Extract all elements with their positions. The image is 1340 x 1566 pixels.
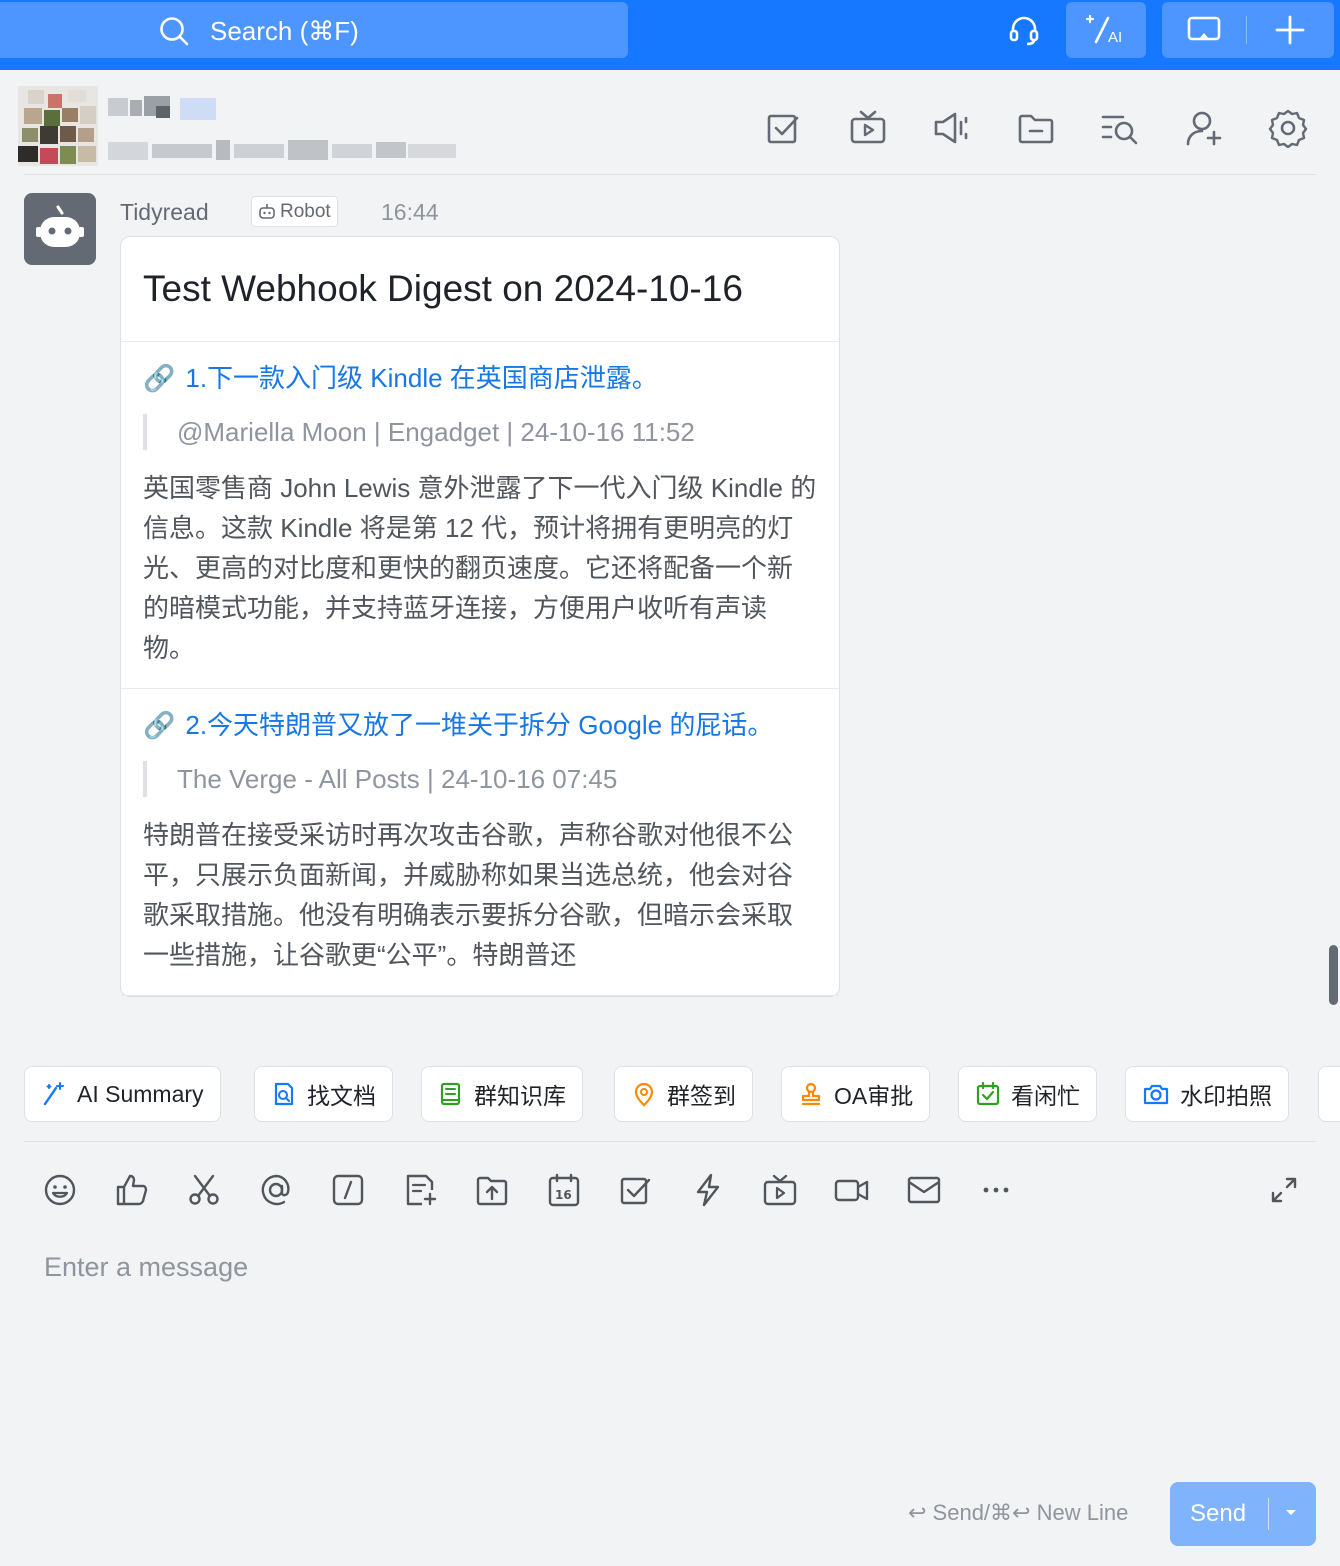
folder-icon[interactable] (1016, 108, 1056, 153)
tasks-icon[interactable] (764, 108, 804, 153)
quick-action-check-in[interactable]: 群签到 (614, 1066, 753, 1122)
digest-item-title-text: 2.今天特朗普又放了一堆关于拆分 Google 的屁话。 (185, 710, 774, 740)
thumbs-up-icon[interactable] (112, 1170, 152, 1210)
emoji-icon[interactable] (40, 1170, 80, 1210)
camera-icon (1143, 1084, 1169, 1105)
task-checkbox-icon[interactable] (616, 1170, 656, 1210)
robot-badge: Robot (251, 196, 338, 227)
quick-action-label: 找文档 (307, 1083, 376, 1109)
robot-tag-icon (259, 203, 275, 219)
screenshot-scissors-icon[interactable] (184, 1170, 224, 1210)
link-icon: 🔗 (143, 710, 176, 740)
send-options-caret-icon[interactable] (1284, 1508, 1298, 1518)
quick-actions-bar: AI Summary 找文档 群知识库 群签到 OA审批 看闲忙 水印拍照 (0, 1060, 1340, 1130)
chat-scrollbar[interactable] (1329, 945, 1338, 1005)
slash-command-icon[interactable] (328, 1170, 368, 1210)
header-divider (24, 174, 1316, 175)
ai-sparkle-icon (43, 1082, 64, 1106)
announcement-icon[interactable] (932, 108, 972, 153)
quick-action-find-docs[interactable]: 找文档 (254, 1066, 393, 1122)
quick-action-label: AI Summary (77, 1080, 204, 1107)
upload-folder-icon[interactable] (472, 1170, 512, 1210)
group-avatar[interactable] (18, 86, 98, 166)
ai-assistant-button[interactable]: AI (1066, 2, 1146, 58)
search-box[interactable]: Search (⌘F) (0, 2, 628, 58)
digest-item-summary: 特朗普在接受采访时再次攻击谷歌，声称谷歌对他很不公平，只展示负面新闻，并威胁称如… (143, 820, 794, 970)
quick-action-availability[interactable]: 看闲忙 (958, 1066, 1097, 1122)
search-icon (160, 17, 189, 46)
new-doc-icon[interactable] (400, 1170, 440, 1210)
quick-action-watermark-photo[interactable]: 水印拍照 (1125, 1066, 1289, 1122)
quick-action-more[interactable] (1318, 1066, 1340, 1122)
live-video-icon[interactable] (848, 108, 888, 153)
send-button[interactable]: Send (1170, 1482, 1316, 1546)
knowledge-book-icon (440, 1082, 461, 1106)
send-divider (1268, 1498, 1269, 1530)
calendar-16-icon[interactable]: 16 (544, 1170, 584, 1210)
send-button-label: Send (1190, 1500, 1247, 1527)
robot-badge-label: Robot (280, 200, 331, 222)
sender-name[interactable]: Tidyread (120, 199, 209, 226)
digest-item-summary: 英国零售商 John Lewis 意外泄露了下一代入门级 Kindle 的信息。… (143, 473, 817, 663)
digest-item-source: @Mariella Moon | Engadget | 24-10-16 11:… (143, 414, 817, 450)
composer-divider (24, 1141, 1316, 1142)
search-placeholder: Search (⌘F) (210, 16, 359, 46)
quick-action-ai-summary[interactable]: AI Summary (24, 1066, 221, 1122)
message-input[interactable]: Enter a message (44, 1252, 248, 1283)
robot-icon (36, 205, 84, 247)
digest-item-title-link[interactable]: 🔗 2.今天特朗普又放了一堆关于拆分 Google 的屁话。 (143, 707, 817, 743)
lightning-icon[interactable] (688, 1170, 728, 1210)
location-pin-icon (634, 1082, 654, 1107)
more-icon[interactable] (976, 1170, 1016, 1210)
video-call-icon[interactable] (832, 1170, 872, 1210)
live-broadcast-icon[interactable] (760, 1170, 800, 1210)
toolbar-divider (1246, 16, 1247, 44)
stamp-icon (801, 1082, 821, 1106)
screen-share-icon[interactable] (1176, 2, 1232, 58)
expand-icon[interactable] (1264, 1170, 1304, 1210)
mail-icon[interactable] (904, 1170, 944, 1210)
bot-avatar[interactable] (24, 193, 96, 265)
settings-gear-icon[interactable] (1268, 108, 1308, 153)
quick-action-label: 水印拍照 (1180, 1083, 1272, 1109)
svg-text:16: 16 (555, 1188, 572, 1202)
ai-icon: AI (1086, 14, 1122, 46)
digest-item-source: The Verge - All Posts | 24-10-16 07:45 (143, 761, 817, 797)
card-title: Test Webhook Digest on 2024-10-16 (121, 237, 839, 342)
digest-item: 🔗 2.今天特朗普又放了一堆关于拆分 Google 的屁话。 The Verge … (121, 689, 839, 996)
quick-action-oa-approval[interactable]: OA审批 (781, 1066, 931, 1122)
search-history-icon[interactable] (1100, 108, 1140, 153)
digest-item-title-link[interactable]: 🔗 1.下一款入门级 Kindle 在英国商店泄露。 (143, 360, 817, 396)
mention-icon[interactable] (256, 1170, 296, 1210)
digest-item: 🔗 1.下一款入门级 Kindle 在英国商店泄露。 @Mariella Moon… (121, 342, 839, 689)
headset-icon[interactable] (1000, 2, 1048, 58)
doc-search-icon (274, 1082, 294, 1106)
message-card-viewport: Test Webhook Digest on 2024-10-16 🔗 1.下一款… (120, 236, 840, 1050)
digest-card: Test Webhook Digest on 2024-10-16 🔗 1.下一款… (120, 236, 840, 997)
send-shortcut-hint: ↩ Send/⌘↩ New Line (908, 1500, 1129, 1525)
link-icon: 🔗 (143, 363, 176, 393)
add-icon[interactable] (1262, 2, 1318, 58)
digest-item-title-text: 1.下一款入门级 Kindle 在英国商店泄露。 (185, 363, 658, 393)
top-bar: Search (⌘F) AI (0, 0, 1340, 70)
quick-action-knowledge-base[interactable]: 群知识库 (421, 1066, 583, 1122)
group-name (108, 92, 468, 173)
quick-action-label: OA审批 (834, 1083, 914, 1109)
add-member-icon[interactable] (1184, 108, 1224, 153)
quick-action-label: 群签到 (667, 1083, 736, 1109)
message-time: 16:44 (381, 199, 439, 225)
calendar-check-icon (976, 1081, 1000, 1106)
svg-text:AI: AI (1108, 29, 1122, 46)
quick-action-label: 看闲忙 (1011, 1083, 1080, 1109)
quick-action-label: 群知识库 (474, 1083, 566, 1109)
